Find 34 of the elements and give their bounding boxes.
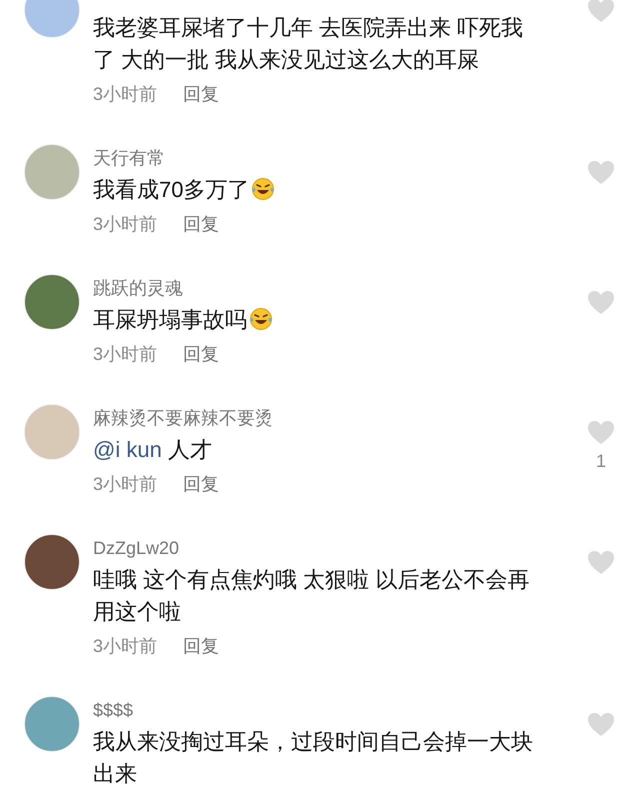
comment-text: 我从来没掏过耳朵，过段时间自己会掉一大块 xyxy=(93,729,533,754)
heart-icon[interactable] xyxy=(587,550,615,575)
username[interactable]: 天行有常 xyxy=(93,148,165,168)
comment-text: 了 大的一批 我从来没见过这么大的耳屎 xyxy=(93,47,480,72)
laughing-emoji-icon xyxy=(249,307,273,331)
heart-icon[interactable] xyxy=(587,420,615,445)
timestamp: 3小时前 xyxy=(93,213,158,236)
username[interactable]: $$$$ xyxy=(93,700,134,720)
timestamp: 3小时前 xyxy=(93,635,158,658)
like-count: 1 xyxy=(596,450,606,473)
username[interactable]: DzZgLw20 xyxy=(93,538,180,558)
heart-icon[interactable] xyxy=(587,0,615,23)
username[interactable]: 麻辣烫不要麻辣不要烫 xyxy=(93,408,273,428)
comment-text: 用这个啦 xyxy=(93,599,181,624)
mention-link[interactable]: @i kun xyxy=(93,437,162,462)
comment-text: 哇哦 这个有点焦灼哦 太狠啦 以后老公不会再 xyxy=(93,567,530,592)
reply-link[interactable]: 回复 xyxy=(183,634,220,658)
reply-link[interactable]: 回复 xyxy=(183,342,220,366)
reply-link[interactable]: 回复 xyxy=(183,82,220,106)
reply-link[interactable]: 回复 xyxy=(183,212,220,236)
comment-text: 我老婆耳屎堵了十几年 去医院弄出来 吓死我 xyxy=(93,15,524,40)
comment-text: 我看成70多万了 xyxy=(93,177,250,202)
comment-text: 耳屎坍塌事故吗 xyxy=(93,307,247,332)
heart-icon[interactable] xyxy=(587,160,615,185)
username[interactable]: 跳跃的灵魂 xyxy=(93,278,183,298)
heart-icon[interactable] xyxy=(587,712,615,737)
timestamp: 3小时前 xyxy=(93,473,158,496)
comment-text: 人才 xyxy=(168,437,212,462)
laughing-emoji-icon xyxy=(251,177,276,201)
timestamp: 3小时前 xyxy=(93,343,158,366)
heart-icon[interactable] xyxy=(587,290,615,315)
timestamp: 3小时前 xyxy=(93,83,158,106)
reply-link[interactable]: 回复 xyxy=(183,472,220,496)
comment-text: 出来 xyxy=(93,761,137,786)
